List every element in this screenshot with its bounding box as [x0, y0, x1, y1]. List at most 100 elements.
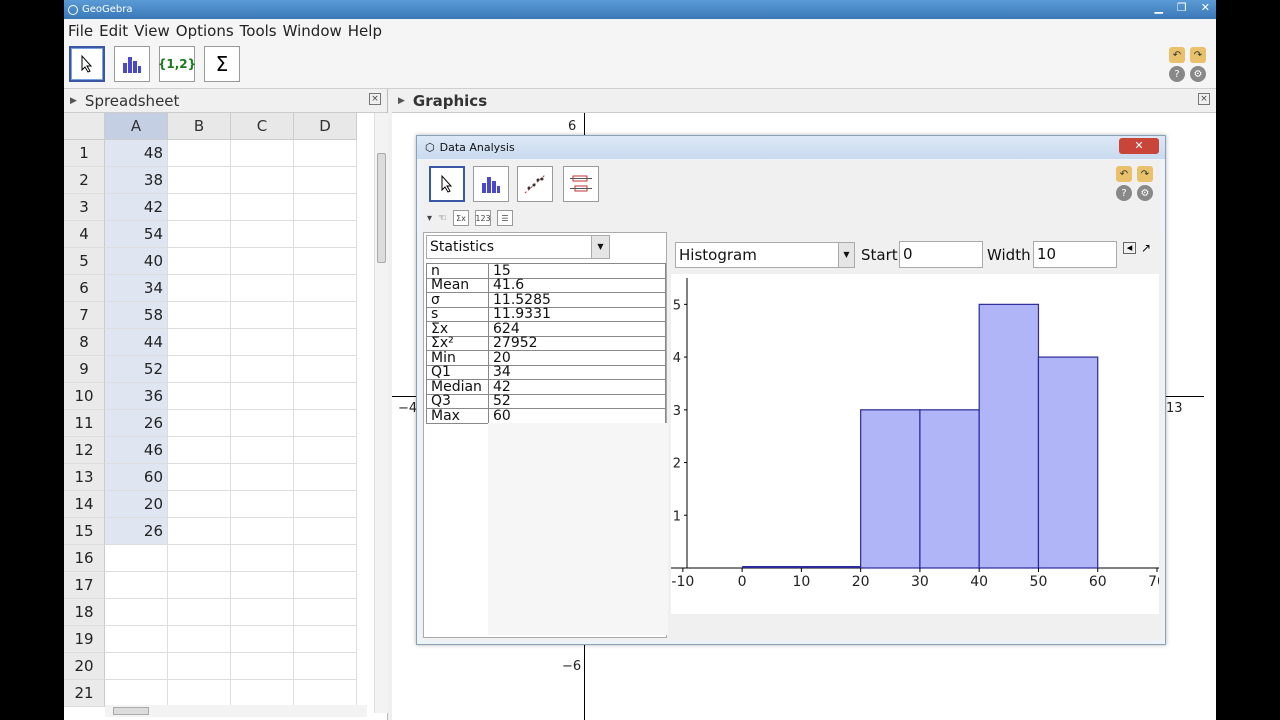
row-header[interactable]: 17 — [64, 572, 105, 599]
cell-d5[interactable] — [294, 248, 357, 275]
scroll-thumb[interactable] — [113, 707, 149, 715]
cell-d21[interactable] — [294, 680, 357, 707]
cell-b18[interactable] — [168, 599, 231, 626]
cell-c20[interactable] — [231, 653, 294, 680]
cell-d10[interactable] — [294, 383, 357, 410]
row-header[interactable]: 12 — [64, 437, 105, 464]
statistics-type-select[interactable]: Statistics ▼ — [426, 235, 610, 259]
cell-a8[interactable]: 44 — [105, 329, 168, 356]
vertical-scrollbar[interactable] — [374, 113, 388, 713]
cell-b6[interactable] — [168, 275, 231, 302]
cell-d11[interactable] — [294, 410, 357, 437]
cell-d9[interactable] — [294, 356, 357, 383]
cell-b10[interactable] — [168, 383, 231, 410]
cell-d12[interactable] — [294, 437, 357, 464]
close-view-icon[interactable]: × — [369, 93, 381, 105]
undo-icon[interactable]: ↶ — [1169, 47, 1185, 63]
cell-d6[interactable] — [294, 275, 357, 302]
undo-icon[interactable]: ↶ — [1116, 166, 1132, 182]
help-icon[interactable]: ? — [1169, 66, 1185, 82]
cell-c6[interactable] — [231, 275, 294, 302]
menu-help[interactable]: Help — [348, 22, 382, 40]
menu-options[interactable]: Options — [176, 22, 234, 40]
one-variable-analysis-button[interactable] — [114, 46, 150, 82]
cell-a1[interactable]: 48 — [105, 140, 168, 167]
close-icon[interactable]: ✕ — [1201, 1, 1210, 14]
settings-gear-icon[interactable]: ⚙ — [1137, 185, 1153, 201]
help-icon[interactable]: ? — [1116, 185, 1132, 201]
cell-a3[interactable]: 42 — [105, 194, 168, 221]
horizontal-scrollbar[interactable] — [105, 705, 367, 717]
minimize-icon[interactable]: ▁ — [1154, 1, 1162, 14]
row-header[interactable]: 14 — [64, 491, 105, 518]
row-header[interactable]: 20 — [64, 653, 105, 680]
cell-c12[interactable] — [231, 437, 294, 464]
cell-c11[interactable] — [231, 410, 294, 437]
cell-c9[interactable] — [231, 356, 294, 383]
statistics-toggle-icon[interactable]: Σx — [453, 210, 469, 226]
cell-d16[interactable] — [294, 545, 357, 572]
redo-icon[interactable]: ↷ — [1190, 47, 1206, 63]
data-toggle-icon[interactable]: 123 — [475, 210, 491, 226]
dropdown-triangle-icon[interactable]: ▾ — [427, 213, 432, 224]
cell-d1[interactable] — [294, 140, 357, 167]
cell-d7[interactable] — [294, 302, 357, 329]
close-view-icon[interactable]: × — [1198, 93, 1210, 105]
row-header[interactable]: 13 — [64, 464, 105, 491]
cell-a7[interactable]: 58 — [105, 302, 168, 329]
row-header[interactable]: 4 — [64, 221, 105, 248]
cell-b21[interactable] — [168, 680, 231, 707]
cell-a2[interactable]: 38 — [105, 167, 168, 194]
row-header[interactable]: 9 — [64, 356, 105, 383]
cell-a18[interactable] — [105, 599, 168, 626]
row-header[interactable]: 11 — [64, 410, 105, 437]
column-header-d[interactable]: D — [294, 113, 357, 140]
row-header[interactable]: 5 — [64, 248, 105, 275]
cell-d19[interactable] — [294, 626, 357, 653]
histogram-chart[interactable]: -10 0 10 20 30 40 50 60 70 1 2 3 4 5 — [671, 274, 1166, 614]
cell-a14[interactable]: 20 — [105, 491, 168, 518]
dialog-one-var-tool[interactable] — [473, 166, 509, 202]
cell-a13[interactable]: 60 — [105, 464, 168, 491]
cell-c15[interactable] — [231, 518, 294, 545]
cell-d15[interactable] — [294, 518, 357, 545]
cell-b19[interactable] — [168, 626, 231, 653]
column-header-a[interactable]: A — [105, 113, 168, 140]
cell-b5[interactable] — [168, 248, 231, 275]
export-icon[interactable]: ↗ — [1141, 241, 1151, 255]
row-header[interactable]: 10 — [64, 383, 105, 410]
cell-d18[interactable] — [294, 599, 357, 626]
cell-d13[interactable] — [294, 464, 357, 491]
cell-c17[interactable] — [231, 572, 294, 599]
menu-file[interactable]: File — [68, 22, 93, 40]
cell-b3[interactable] — [168, 194, 231, 221]
restore-icon[interactable]: ❐ — [1177, 1, 1187, 14]
chevron-down-icon[interactable]: ▼ — [838, 243, 854, 267]
cell-a21[interactable] — [105, 680, 168, 707]
create-list-button[interactable]: {1,2} — [158, 46, 196, 82]
cell-b14[interactable] — [168, 491, 231, 518]
cell-c10[interactable] — [231, 383, 294, 410]
cell-a6[interactable]: 34 — [105, 275, 168, 302]
cell-c19[interactable] — [231, 626, 294, 653]
cell-a12[interactable]: 46 — [105, 437, 168, 464]
cell-a15[interactable]: 26 — [105, 518, 168, 545]
row-header[interactable]: 1 — [64, 140, 105, 167]
layout-toggle-icon[interactable]: ☰ — [497, 210, 513, 226]
sum-tool-button[interactable]: Σ — [204, 46, 240, 82]
options-icon[interactable]: ◂ — [1123, 242, 1136, 254]
hand-icon[interactable]: ☜ — [438, 213, 447, 224]
cell-d8[interactable] — [294, 329, 357, 356]
row-header[interactable]: 3 — [64, 194, 105, 221]
cell-a5[interactable]: 40 — [105, 248, 168, 275]
cell-a16[interactable] — [105, 545, 168, 572]
cell-d3[interactable] — [294, 194, 357, 221]
cell-c3[interactable] — [231, 194, 294, 221]
cell-c13[interactable] — [231, 464, 294, 491]
cell-b17[interactable] — [168, 572, 231, 599]
column-header-c[interactable]: C — [231, 113, 294, 140]
cell-c21[interactable] — [231, 680, 294, 707]
column-header-b[interactable]: B — [168, 113, 231, 140]
collapse-triangle-icon[interactable]: ▶ — [398, 96, 405, 106]
cell-c8[interactable] — [231, 329, 294, 356]
